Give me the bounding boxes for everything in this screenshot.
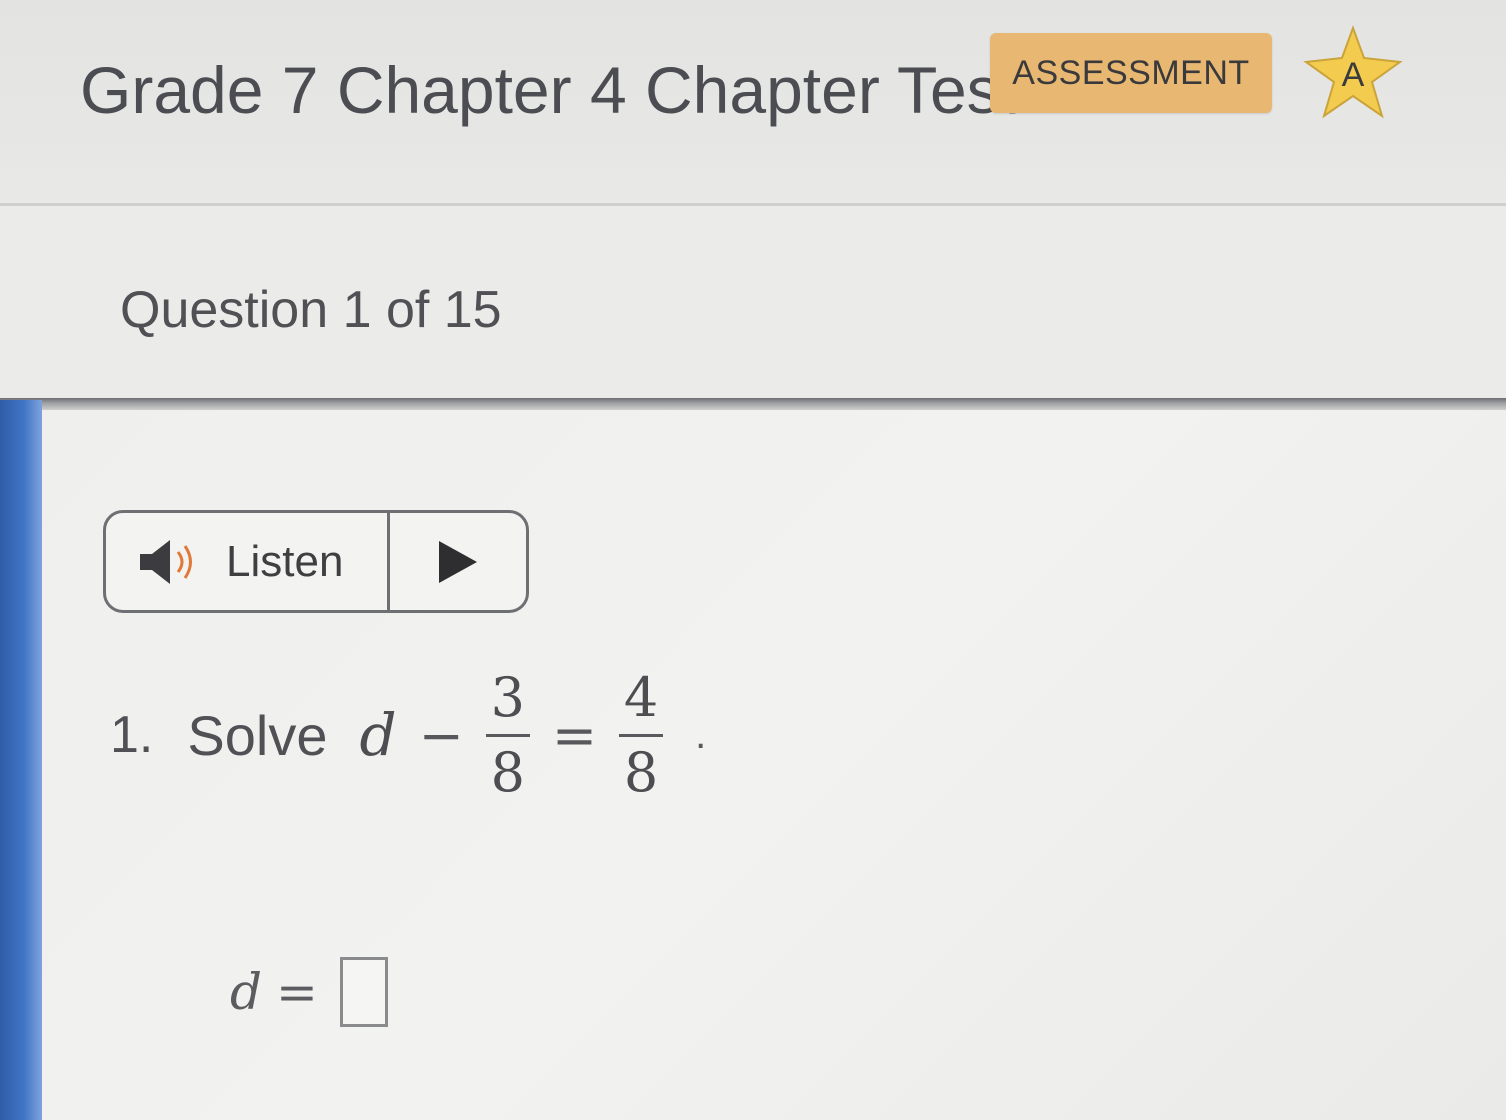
play-button[interactable] [390, 513, 526, 610]
answer-variable: d [230, 963, 263, 1021]
star-letter: A [1341, 56, 1365, 94]
question-text: 1. Solve d − 3 8 = 4 8 . [110, 650, 706, 820]
page-title: Grade 7 Chapter 4 Chapter Test [80, 53, 1018, 127]
question-number: 1. [110, 706, 154, 764]
fraction-denominator: 8 [490, 740, 526, 804]
answer-input[interactable] [339, 957, 388, 1027]
listen-button[interactable]: Listen [106, 513, 390, 610]
speaker-icon [140, 539, 192, 584]
listen-label: Listen [226, 536, 344, 586]
answer-row: d = [230, 950, 388, 1034]
fraction-bar [485, 733, 530, 737]
left-edge-bar [0, 400, 42, 1120]
question-prompt: Solve [187, 703, 328, 767]
assessment-badge: ASSESSMENT [990, 33, 1272, 113]
question-counter: Question 1 of 15 [120, 281, 502, 339]
fraction-bar [619, 733, 664, 737]
fraction-numerator: 4 [623, 665, 659, 729]
fraction-three-eighths: 3 8 [485, 665, 530, 805]
fraction-numerator: 3 [490, 665, 526, 729]
play-icon [439, 540, 477, 583]
answer-equals-sign: = [276, 963, 318, 1021]
fraction-four-eighths: 4 8 [619, 665, 664, 805]
listen-widget: Listen [103, 510, 529, 613]
section-divider [0, 398, 1506, 410]
minus-sign: − [418, 703, 464, 767]
equation-period: . [695, 712, 707, 757]
equation-variable: d [359, 701, 397, 769]
fraction-denominator: 8 [623, 740, 659, 804]
equals-sign: = [551, 703, 598, 767]
